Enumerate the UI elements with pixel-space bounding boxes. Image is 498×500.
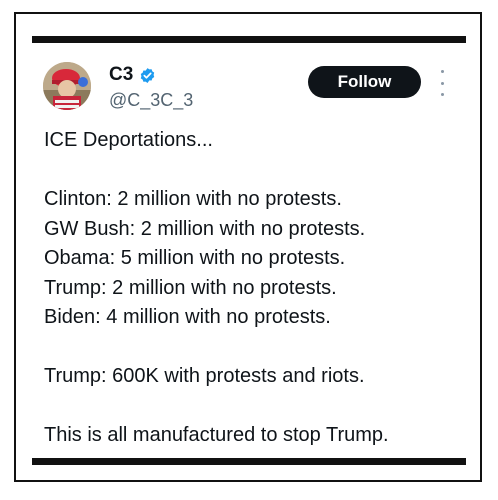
tweet-conclusion: This is all manufactured to stop Trump.: [44, 424, 389, 446]
tweet-line-clinton: Clinton: 2 million with no protests.: [44, 188, 342, 210]
avatar-image: [43, 62, 91, 110]
follow-button[interactable]: Follow: [308, 66, 421, 98]
more-vertical-icon[interactable]: [436, 70, 448, 96]
tweet-line-gw-bush: GW Bush: 2 million with no protests.: [44, 217, 366, 240]
avatar[interactable]: [43, 62, 91, 110]
tweet-heading: ICE Deportations...: [44, 129, 213, 151]
author-name[interactable]: C3: [109, 64, 133, 86]
tweet-text: ICE Deportations... Clinton: 2 million w…: [44, 126, 474, 451]
tweet-line-current: Trump: 600K with protests and riots.: [44, 365, 365, 387]
screenshot-frame: C3 @C_3C_3 Follow ICE Deportations... Cl…: [14, 12, 482, 482]
author-name-row: C3: [109, 64, 156, 86]
tweet-line-biden: Biden: 4 million with no protests.: [44, 306, 331, 328]
top-divider-bar: [32, 36, 466, 43]
tweet-line-obama: Obama: 5 million with no protests.: [44, 247, 346, 269]
author-handle[interactable]: @C_3C_3: [109, 90, 193, 111]
bottom-divider-bar: [32, 458, 466, 465]
verified-badge-icon: [141, 67, 155, 83]
tweet-line-trump: Trump: 2 million with no protests.: [44, 276, 337, 299]
